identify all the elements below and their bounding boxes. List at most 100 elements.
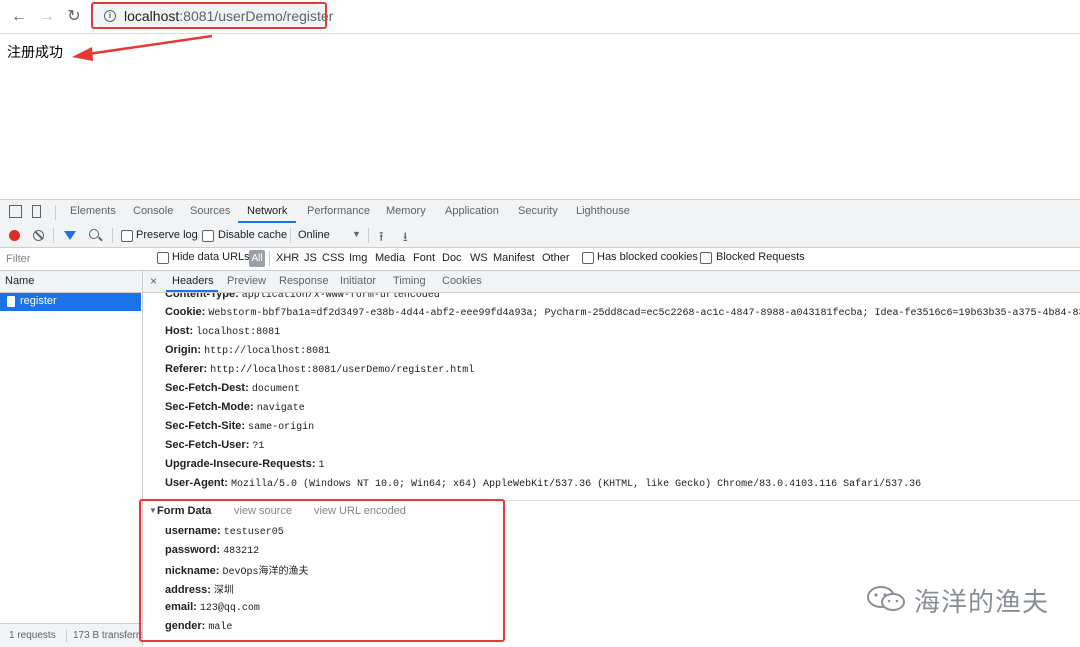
devtools-tabbar: Elements Console Sources Network Perform… — [0, 200, 1080, 225]
disable-cache-label: Disable cache — [218, 229, 288, 241]
header-row: Sec-Fetch-User: ?1 — [165, 439, 264, 452]
request-count: 1 requests — [9, 630, 56, 641]
divider — [53, 228, 54, 243]
device-toolbar-icon[interactable] — [32, 205, 41, 218]
export-har-icon[interactable]: ⭳ — [403, 228, 408, 250]
tab-application[interactable]: Application — [445, 205, 499, 217]
import-har-icon[interactable]: ⭱ — [379, 228, 384, 250]
header-value: Webstorm-bbf7ba1a=df2d3497-e38b-4d44-abf… — [208, 308, 1080, 319]
header-name: Sec-Fetch-Dest: — [165, 382, 249, 394]
has-blocked-cookies-checkbox[interactable] — [582, 252, 594, 264]
type-filter-doc[interactable]: Doc — [442, 252, 462, 264]
header-row: Referer: http://localhost:8081/userDemo/… — [165, 363, 474, 376]
hide-data-urls-checkbox[interactable] — [157, 252, 169, 264]
filter-input[interactable]: Filter — [2, 251, 148, 267]
type-filter-xhr[interactable]: XHR — [276, 252, 299, 264]
type-filter-js[interactable]: JS — [304, 252, 317, 264]
header-name: Sec-Fetch-Mode: — [165, 401, 254, 413]
tab-initiator[interactable]: Initiator — [340, 275, 376, 287]
type-filter-manifest[interactable]: Manifest — [493, 252, 535, 264]
watermark-text: 海洋的渔夫 — [914, 588, 1050, 618]
header-row: Host: localhost:8081 — [165, 325, 280, 338]
header-name: Sec-Fetch-User: — [165, 439, 250, 451]
active-tab-indicator — [166, 290, 218, 292]
divider — [66, 629, 67, 642]
divider — [112, 228, 113, 243]
arrow-left-icon[interactable]: ← — [10, 8, 28, 26]
blocked-requests-label: Blocked Requests — [716, 251, 805, 263]
clear-icon[interactable] — [33, 230, 44, 241]
tab-elements[interactable]: Elements — [70, 205, 116, 217]
type-filter-media[interactable]: Media — [375, 252, 405, 264]
record-icon[interactable] — [9, 230, 20, 241]
reload-icon[interactable]: ↻ — [65, 8, 83, 26]
tab-headers[interactable]: Headers — [172, 275, 214, 287]
has-blocked-cookies-label: Has blocked cookies — [597, 251, 698, 263]
active-tab-indicator — [238, 221, 296, 223]
tab-timing[interactable]: Timing — [393, 275, 426, 287]
type-filter-font[interactable]: Font — [413, 252, 435, 264]
request-list: Name register 1 requests 173 B transferr… — [0, 271, 143, 647]
tab-response[interactable]: Response — [279, 275, 329, 287]
tab-lighthouse[interactable]: Lighthouse — [576, 205, 630, 217]
type-filter-css[interactable]: CSS — [322, 252, 345, 264]
tab-sources[interactable]: Sources — [190, 205, 230, 217]
wechat-icon — [867, 586, 905, 611]
tab-cookies[interactable]: Cookies — [442, 275, 482, 287]
header-row: Sec-Fetch-Site: same-origin — [165, 420, 314, 433]
url-highlight-box — [91, 2, 327, 29]
tab-console[interactable]: Console — [133, 205, 173, 217]
request-row-register[interactable]: register — [0, 293, 141, 311]
header-value: navigate — [256, 403, 305, 414]
header-row: Upgrade-Insecure-Requests: 1 — [165, 458, 324, 471]
detail-tabbar: × Headers Preview Response Initiator Tim… — [143, 271, 1080, 293]
divider — [269, 251, 270, 266]
filter-bar: Filter Hide data URLs All XHR JS CSS Img… — [0, 248, 1080, 271]
header-name: Host: — [165, 325, 194, 337]
header-name: Sec-Fetch-Site: — [165, 420, 246, 432]
tab-security[interactable]: Security — [518, 205, 558, 217]
transferred-size: 173 B transferred — [73, 630, 142, 641]
header-value: localhost:8081 — [196, 327, 281, 338]
register-success-message: 注册成功 — [7, 45, 63, 61]
header-row: Origin: http://localhost:8081 — [165, 344, 330, 357]
close-icon[interactable]: × — [150, 274, 157, 288]
throttling-select[interactable]: Online — [298, 229, 330, 241]
chevron-down-icon[interactable]: ▼ — [352, 229, 361, 239]
divider — [368, 228, 369, 243]
header-name: Upgrade-Insecure-Requests: — [165, 458, 316, 470]
search-icon[interactable] — [89, 229, 99, 239]
request-name: register — [20, 295, 57, 307]
filter-icon[interactable] — [64, 231, 76, 240]
header-name: Referer: — [165, 363, 208, 375]
arrow-right-icon[interactable]: → — [38, 8, 56, 26]
header-value: http://localhost:8081 — [204, 346, 331, 357]
header-value: same-origin — [248, 422, 315, 433]
header-value: Mozilla/5.0 (Windows NT 10.0; Win64; x64… — [231, 479, 922, 490]
preserve-log-label: Preserve log — [136, 229, 198, 241]
header-name: Origin: — [165, 344, 202, 356]
disable-cache-checkbox[interactable] — [202, 230, 214, 242]
type-filter-other[interactable]: Other — [542, 252, 570, 264]
tab-performance[interactable]: Performance — [307, 205, 370, 217]
header-value: document — [251, 384, 300, 395]
blocked-requests-checkbox[interactable] — [700, 252, 712, 264]
header-row: User-Agent: Mozilla/5.0 (Windows NT 10.0… — [165, 477, 921, 490]
divider — [290, 228, 291, 243]
tab-network[interactable]: Network — [247, 205, 287, 217]
divider — [55, 205, 56, 220]
browser-toolbar: ← → ↻ i localhost:8081/userDemo/register — [0, 0, 1080, 34]
header-value: ?1 — [252, 441, 265, 452]
document-icon — [7, 296, 15, 307]
tab-preview[interactable]: Preview — [227, 275, 266, 287]
tab-memory[interactable]: Memory — [386, 205, 426, 217]
type-filter-ws[interactable]: WS — [470, 252, 488, 264]
name-column-label: Name — [5, 275, 35, 287]
name-column-header[interactable]: Name — [0, 271, 142, 293]
network-status-bar: 1 requests 173 B transferred — [0, 623, 142, 647]
inspect-element-icon[interactable] — [9, 205, 22, 218]
type-filter-img[interactable]: Img — [349, 252, 367, 264]
header-name: User-Agent: — [165, 477, 228, 489]
preserve-log-checkbox[interactable] — [121, 230, 133, 242]
type-filter-all[interactable]: All — [249, 250, 265, 267]
